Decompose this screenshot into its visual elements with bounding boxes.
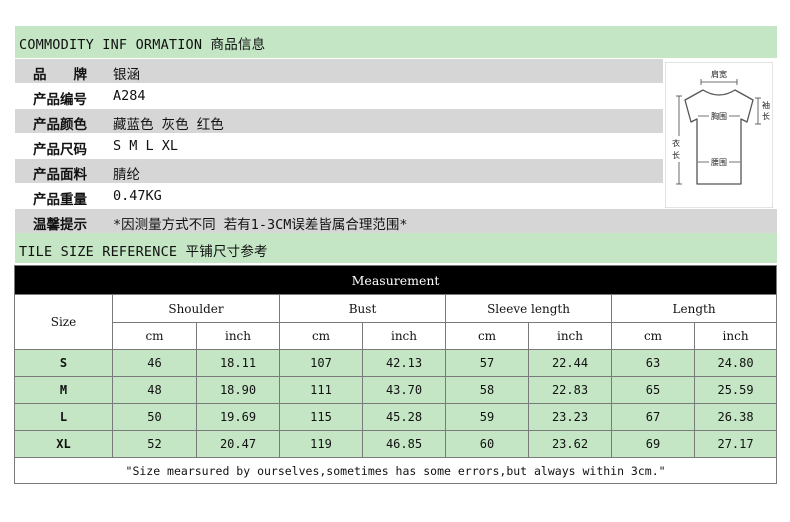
shoulder-label: 肩宽 bbox=[711, 69, 727, 79]
table-cell: 67 bbox=[611, 403, 695, 431]
table-cell: 115 bbox=[279, 403, 363, 431]
size-column-header: Size bbox=[14, 294, 113, 350]
sleeve-label: 长 bbox=[762, 111, 770, 121]
table-cell: 63 bbox=[611, 349, 695, 377]
table-cell: 27.17 bbox=[693, 430, 778, 458]
unit-header: inch bbox=[528, 322, 612, 350]
info-value: 藏蓝色 灰色 红色 bbox=[113, 117, 224, 133]
table-cell: 107 bbox=[279, 349, 363, 377]
sleeve-label: 袖 bbox=[762, 100, 770, 110]
table-cell: 59 bbox=[445, 403, 529, 431]
table-row: S 46 18.11 107 42.13 57 22.44 63 24.80 bbox=[14, 349, 778, 377]
unit-header: inch bbox=[693, 322, 778, 350]
length-label: 长 bbox=[672, 150, 680, 160]
info-value: 腈纶 bbox=[113, 167, 140, 183]
table-cell: 52 bbox=[112, 430, 197, 458]
tshirt-outline-icon: 肩宽 胸围 腰围 袖 长 衣 长 bbox=[664, 61, 774, 209]
size-cell: S bbox=[14, 349, 113, 377]
info-value: 0.47KG bbox=[113, 188, 162, 204]
table-cell: 46 bbox=[112, 349, 197, 377]
waist-label: 腰围 bbox=[711, 158, 727, 167]
table-cell: 60 bbox=[445, 430, 529, 458]
table-cell: 23.62 bbox=[528, 430, 612, 458]
info-label: 产品尺码 bbox=[33, 142, 87, 158]
commodity-information-header: COMMODITY INF ORMATION 商品信息 bbox=[15, 26, 777, 58]
table-cell: 65 bbox=[611, 376, 695, 404]
table-cell: 18.90 bbox=[196, 376, 280, 404]
table-cell: 119 bbox=[279, 430, 363, 458]
length-label: 衣 bbox=[672, 138, 680, 148]
table-cell: 46.85 bbox=[362, 430, 446, 458]
tshirt-measurement-diagram: 肩宽 胸围 腰围 袖 长 衣 长 bbox=[664, 61, 774, 209]
table-row: M 48 18.90 111 43.70 58 22.83 65 25.59 bbox=[14, 376, 778, 404]
table-cell: 18.11 bbox=[196, 349, 280, 377]
info-value: S M L XL bbox=[113, 138, 179, 154]
info-label: 产品颜色 bbox=[33, 117, 87, 133]
table-cell: 26.38 bbox=[693, 403, 778, 431]
info-label: 产品重量 bbox=[33, 192, 87, 208]
unit-header: cm bbox=[611, 322, 695, 350]
info-row-brand: 品 牌 银涵 bbox=[15, 59, 663, 83]
info-row-color: 产品颜色 藏蓝色 灰色 红色 bbox=[15, 109, 663, 133]
table-cell: 48 bbox=[112, 376, 197, 404]
table-cell: 22.44 bbox=[528, 349, 612, 377]
info-value: *因测量方式不同 若有1-3CM误差皆属合理范围* bbox=[113, 217, 408, 233]
table-cell: 42.13 bbox=[362, 349, 446, 377]
info-label: 产品面料 bbox=[33, 167, 87, 183]
info-row-weight: 产品重量 0.47KG bbox=[15, 184, 663, 208]
table-row: XL 52 20.47 119 46.85 60 23.62 69 27.17 bbox=[14, 430, 778, 458]
unit-header: cm bbox=[279, 322, 363, 350]
table-cell: 58 bbox=[445, 376, 529, 404]
table-cell: 57 bbox=[445, 349, 529, 377]
info-value: A284 bbox=[113, 88, 146, 104]
unit-header: inch bbox=[196, 322, 280, 350]
table-cell: 23.23 bbox=[528, 403, 612, 431]
tile-size-reference-title: TILE SIZE REFERENCE 平铺尺寸参考 bbox=[19, 244, 268, 260]
table-cell: 22.83 bbox=[528, 376, 612, 404]
tile-size-reference-header: TILE SIZE REFERENCE 平铺尺寸参考 bbox=[15, 233, 777, 263]
info-row-size: 产品尺码 S M L XL bbox=[15, 134, 663, 158]
size-cell: XL bbox=[14, 430, 113, 458]
measurement-caption: Measurement bbox=[13, 265, 778, 295]
unit-header: cm bbox=[445, 322, 529, 350]
unit-header: inch bbox=[362, 322, 446, 350]
table-cell: 19.69 bbox=[196, 403, 280, 431]
table-cell: 45.28 bbox=[362, 403, 446, 431]
table-row: L 50 19.69 115 45.28 59 23.23 67 26.38 bbox=[14, 403, 778, 431]
table-cell: 24.80 bbox=[693, 349, 778, 377]
table-cell: 111 bbox=[279, 376, 363, 404]
shoulder-header: Shoulder bbox=[112, 294, 280, 323]
bust-header: Bust bbox=[279, 294, 446, 323]
chest-label: 胸围 bbox=[711, 111, 727, 121]
info-row-tips: 温馨提示 *因测量方式不同 若有1-3CM误差皆属合理范围* bbox=[15, 209, 777, 233]
table-cell: 43.70 bbox=[362, 376, 446, 404]
unit-header: cm bbox=[112, 322, 197, 350]
table-cell: 50 bbox=[112, 403, 197, 431]
sleeve-length-header: Sleeve length bbox=[445, 294, 612, 323]
info-label: 产品编号 bbox=[33, 92, 87, 108]
info-value: 银涵 bbox=[113, 67, 140, 83]
size-cell: M bbox=[14, 376, 113, 404]
length-header: Length bbox=[610, 294, 778, 323]
size-note: "Size mearsured by ourselves,sometimes h… bbox=[13, 457, 778, 484]
commodity-information-title: COMMODITY INF ORMATION 商品信息 bbox=[19, 37, 266, 53]
table-cell: 69 bbox=[611, 430, 695, 458]
size-chart-table: Measurement Size Shoulder Bust Sleeve le… bbox=[13, 265, 778, 484]
info-label: 品 牌 bbox=[33, 67, 87, 83]
info-label: 温馨提示 bbox=[33, 217, 87, 233]
size-cell: L bbox=[14, 403, 113, 431]
table-cell: 25.59 bbox=[693, 376, 778, 404]
info-row-product-code: 产品编号 A284 bbox=[15, 84, 663, 108]
table-cell: 20.47 bbox=[196, 430, 280, 458]
info-row-fabric: 产品面料 腈纶 bbox=[15, 159, 663, 183]
